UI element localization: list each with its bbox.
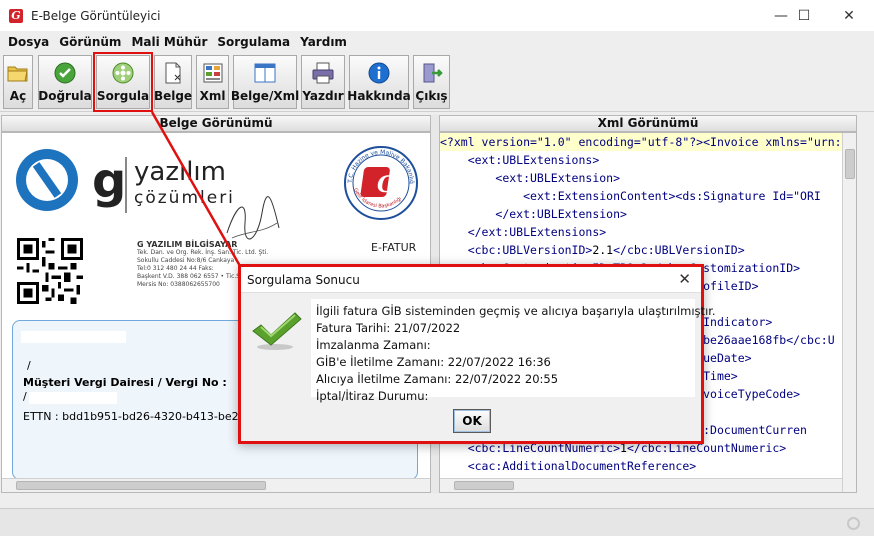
title-bar: G E-Belge Görüntüleyici — ☐ ✕ [0, 0, 874, 31]
xml-token: <?xml version="1.0" encoding="utf-8"?> [440, 135, 704, 149]
open-button[interactable]: Aç [3, 55, 33, 109]
xml-line: <cbc:UBLVersionID>2.1</cbc:UBLVersionID> [440, 241, 842, 259]
menu-gorunum[interactable]: Görünüm [54, 35, 126, 49]
xml-token: <ds:Signature Id="ORI [675, 189, 821, 203]
exit-label: Çıkış [415, 89, 448, 103]
xml-token: </cbc:UBLVersionID> [613, 243, 745, 257]
xml-token: </ext:UBLExtension> [495, 207, 627, 221]
gib-seal: T.C. Hazine ve Maliye Bakanlığı Gelir İd… [342, 141, 418, 220]
ettn-text: ETTN : bdd1b951-bd26-4320-b413-be2 [23, 410, 239, 423]
xml-token: <cbc:UBLVersionID> [467, 243, 593, 257]
xml-vscroll-thumb[interactable] [845, 149, 855, 179]
split-view-icon [254, 63, 276, 83]
company-line-1: Tek. Dan. ve Org. Rek. İnş. San. Tic. Lt… [137, 249, 269, 256]
maximize-button[interactable]: ☐ [781, 0, 827, 31]
qr-code [17, 238, 83, 304]
query-result-dialog: Sorgulama Sonucu ✕ İlgili fatura GİB sis… [238, 264, 716, 444]
receiver-send-time-line: Alıcıya İletilme Zamanı: 22/07/2022 20:5… [316, 372, 559, 386]
efatura-label: E-FATUR [371, 241, 417, 254]
app-window: G E-Belge Görüntüleyici — ☐ ✕ Dosya Görü… [0, 0, 874, 536]
xml-button[interactable]: Xml [196, 55, 229, 109]
logo-line1: yazılım [134, 157, 226, 187]
xml-token: <ext:UBLExtensions> [467, 153, 600, 167]
menu-mali-muhur[interactable]: Mali Mühür [126, 35, 212, 49]
print-button[interactable]: Yazdır [301, 55, 345, 109]
about-button[interactable]: Hakkında [347, 55, 411, 109]
xml-view-header: Xml Görünümü [439, 115, 857, 132]
signing-time-line: İmzalanma Zamanı: [316, 338, 431, 352]
close-button[interactable]: ✕ [826, 0, 872, 31]
xml-label: Xml [199, 89, 226, 103]
dialog-title-bar: Sorgulama Sonucu ✕ [241, 267, 701, 293]
ok-button[interactable]: OK [453, 409, 491, 433]
redacted-field [21, 331, 126, 343]
xml-token: <Invoice xmlns="urn: [703, 135, 842, 149]
info-icon [368, 62, 390, 84]
document-label: Belge [153, 89, 193, 103]
company-logo: g yazılım çözümleri [16, 149, 233, 213]
about-label: Hakkında [347, 89, 411, 103]
logo-g: g [92, 153, 126, 209]
printer-icon [312, 62, 334, 84]
dialog-close-icon[interactable]: ✕ [678, 270, 691, 288]
seal-glyph: G [377, 172, 396, 198]
message-line-1: İlgili fatura GİB sisteminden geçmiş ve … [316, 304, 716, 318]
verify-button[interactable]: Doğrula [38, 55, 92, 109]
query-label: Sorgula [96, 89, 150, 103]
dialog-title: Sorgulama Sonucu [247, 273, 360, 287]
reel-icon [112, 62, 134, 84]
document-button[interactable]: Belge [154, 55, 192, 109]
app-icon: G [9, 8, 23, 23]
xml-token: <cac:AdditionalDocumentReference> [467, 459, 697, 473]
xml-token: </ext:UBLExtensions> [467, 225, 607, 239]
xml-token: <ext:UBLExtension> [495, 171, 621, 185]
toolbar: Aç Doğrula Sorgula Belge Xml Belge/Xml Y… [0, 52, 874, 112]
window-title: E-Belge Görüntüleyici [31, 8, 161, 23]
document-view-header: Belge Görünümü [1, 115, 431, 132]
gib-send-time-line: GİB'e İletilme Zamanı: 22/07/2022 16:36 [316, 355, 551, 369]
check-circle-icon [54, 62, 76, 84]
document-xml-label: Belge/Xml [230, 89, 300, 103]
menu-sorgulama[interactable]: Sorgulama [212, 35, 295, 49]
redacted-field-2 [29, 392, 117, 404]
slash-line-1: / [27, 359, 31, 372]
company-title: G YAZILIM BİLGİSAYAR [137, 240, 238, 249]
menu-dosya[interactable]: Dosya [3, 35, 54, 49]
folder-icon [7, 66, 28, 82]
document-hscrollbar[interactable] [2, 478, 430, 492]
menu-bar: Dosya Görünüm Mali Mühür Sorgulama Yardı… [0, 31, 874, 53]
tax-office-label: Müşteri Vergi Dairesi / Vergi No : [23, 376, 227, 389]
menu-yardim[interactable]: Yardım [295, 35, 352, 49]
document-xml-button[interactable]: Belge/Xml [230, 55, 300, 109]
query-button[interactable]: Sorgula [93, 52, 153, 112]
slash-line-2: / [23, 390, 27, 403]
open-label: Aç [9, 89, 27, 103]
exit-icon [423, 63, 443, 83]
status-bar [0, 508, 874, 536]
xml-vscrollbar[interactable] [842, 133, 856, 492]
cancel-status-line: İptal/İtiraz Durumu: [316, 389, 429, 403]
xml-line: <?xml version="1.0" encoding="utf-8"?><I… [440, 133, 842, 151]
document-icon [165, 62, 181, 84]
grid-icon [203, 63, 222, 83]
xml-line: <ext:ExtensionContent><ds:Signature Id="… [440, 187, 842, 205]
xml-line: </ext:UBLExtension> [440, 205, 842, 223]
xml-token: 2.1 [592, 243, 614, 257]
xml-token: <ext:ExtensionContent> [523, 189, 676, 203]
document-hscroll-thumb[interactable] [16, 481, 266, 490]
xml-line: </ext:UBLExtensions> [440, 223, 842, 241]
exit-button[interactable]: Çıkış [413, 55, 450, 109]
busy-indicator-icon [847, 517, 860, 530]
verify-label: Doğrula [38, 89, 92, 103]
print-label: Yazdır [302, 89, 344, 103]
success-check-icon [252, 312, 302, 350]
xml-line: <ext:UBLExtension> [440, 169, 842, 187]
xml-hscrollbar[interactable] [440, 478, 842, 492]
dialog-message: İlgili fatura GİB sisteminden geçmiş ve … [311, 299, 716, 403]
xml-line: <cac:AdditionalDocumentReference> [440, 457, 842, 475]
invoice-date-line: Fatura Tarihi: 21/07/2022 [316, 321, 461, 335]
xml-hscroll-thumb[interactable] [454, 481, 514, 490]
xml-line: <ext:UBLExtensions> [440, 151, 842, 169]
